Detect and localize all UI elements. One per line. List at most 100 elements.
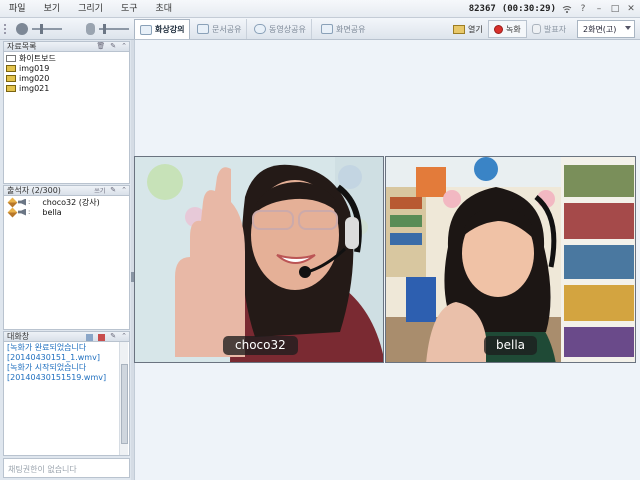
help-icon[interactable]: ? [578,4,588,14]
speaker-icon [18,198,26,206]
chevron-down-icon [625,26,631,30]
tab-video-share[interactable]: 동영상공유 [249,19,312,39]
speaker-volume-slider[interactable] [32,24,62,34]
files-panel-header: 자료목록 🗑 ✎ ⌃ [3,41,130,52]
attendees-panel-header: 출석자 (2/300) 쓰기 ✎ ⌃ [3,185,130,196]
mic-on-icon: : [28,208,31,216]
record-icon [494,24,503,34]
collapse-icon[interactable]: ⌃ [121,186,127,195]
wifi-icon [562,4,572,14]
video-tile-teacher[interactable]: choco32 [134,156,384,363]
chat-message: [20140430151519.wmv] [7,373,107,382]
presenter-button[interactable]: 발표자 [527,20,571,38]
hand-icon [532,24,541,34]
sort-button[interactable]: 쓰기 [94,186,105,195]
mic-volume [4,22,62,36]
mic-volume-group [86,22,129,36]
menu-invite[interactable]: 초대 [147,0,182,18]
tab-document-share-label: 문서공유 [212,24,242,34]
tab-document-share[interactable]: 문서공유 [192,19,248,39]
chat-scrollbar[interactable] [119,342,128,455]
attendees-panel: : choco32 (강사) : bella [3,196,130,330]
pen-icon [7,197,18,207]
file-name: img020 [19,73,50,83]
video-frame [386,157,635,362]
camera-icon [140,24,152,35]
folder-icon [453,24,465,34]
document-icon [197,24,209,34]
session-id: 82367 [468,4,496,14]
speaker-icon [18,208,26,216]
chat-panel-title: 대화창 [7,332,30,341]
image-file-icon [6,64,16,72]
chat-message: [녹화가 시작되었습니다 [7,363,87,372]
chat-save-icon[interactable] [98,334,106,341]
screen-mode-select[interactable]: 2화면(고) [577,20,635,38]
trash-icon[interactable]: 🗑 [96,42,105,50]
chat-panel-header: 대화창 ✎ ⌃ [3,331,130,342]
microphone-icon[interactable] [86,23,95,35]
chat-input[interactable]: 채팅권한이 없습니다 [3,458,130,478]
menu-file[interactable]: 파일 [0,0,35,18]
app-window: 파일 보기 그리기 도구 초대 82367 (00:30:29) ? – □ ✕ [0,0,640,480]
chat-input-placeholder: 채팅권한이 없습니다 [8,465,77,474]
attendees-panel-title: 출석자 (2/300) [7,186,61,195]
tab-video-lecture[interactable]: 화상강의 [134,19,191,39]
attendee-name: choco32 (강사) [42,197,100,207]
collapse-icon[interactable]: ⌃ [121,332,127,341]
speaker-volume-icon[interactable] [16,23,28,35]
list-item[interactable]: : bella [4,207,129,217]
image-file-icon [6,84,16,92]
menu-view[interactable]: 보기 [35,0,70,18]
open-button-label: 열기 [468,24,483,34]
mic-on-icon: : [28,198,31,206]
session-timer: (00:30:29) [501,4,556,14]
tab-video-lecture-label: 화상강의 [155,25,185,34]
tab-screen-share[interactable]: 화면공유 [316,19,370,39]
toolbar: 화상강의 문서공유 동영상공유 화면공유 열기 녹화 발표자 2화면(고) [0,18,640,40]
open-button[interactable]: 열기 [448,20,488,38]
minimize-icon[interactable]: – [594,4,604,14]
chat-clear-icon[interactable] [86,334,94,341]
video-tile-student[interactable]: bella [385,156,636,363]
video-name-tag: bella [484,336,538,355]
whiteboard-icon [6,54,16,62]
menu-bar: 파일 보기 그리기 도구 초대 82367 (00:30:29) ? – □ ✕ [0,0,640,18]
pin-icon[interactable]: ✎ [110,332,116,341]
list-item[interactable]: img019 [4,63,129,73]
video-frame [135,157,383,362]
files-panel-title: 자료목록 [7,42,37,51]
pin-icon[interactable]: ✎ [110,186,116,195]
pin-icon[interactable]: ✎ [110,42,116,50]
record-button[interactable]: 녹화 [488,20,527,38]
menu-draw[interactable]: 그리기 [69,0,112,18]
list-item[interactable]: 화이트보드 [4,53,129,63]
close-icon[interactable]: ✕ [626,4,636,14]
chat-message: [녹화가 완료되었습니다 [7,343,87,352]
pen-icon [7,207,18,217]
image-file-icon [6,74,16,82]
collapse-icon[interactable]: ⌃ [121,42,127,50]
files-panel: 화이트보드 img019 img020 img021 [3,52,130,184]
chat-message: [20140430151_1.wmv] [7,353,100,362]
maximize-icon[interactable]: □ [610,4,620,14]
chat-log: [녹화가 완료되었습니다 [20140430151_1.wmv] [녹화가 시작… [3,342,130,456]
file-name: 화이트보드 [19,53,56,63]
file-name: img019 [19,63,50,73]
file-name: img021 [19,83,50,93]
menu-handle-icon [4,24,12,34]
screen-share-icon [321,24,333,34]
menu-tools[interactable]: 도구 [112,0,147,18]
list-item[interactable]: img021 [4,83,129,93]
presenter-button-label: 발표자 [544,24,567,34]
list-item[interactable]: : choco32 (강사) [4,197,129,207]
mic-volume-slider[interactable] [99,24,129,34]
tab-video-share-label: 동영상공유 [269,24,306,34]
screen-mode-value: 2화면(고) [583,24,617,34]
attendee-name: bella [42,207,62,217]
video-name-tag: choco32 [223,336,298,355]
tab-screen-share-label: 화면공유 [336,24,366,34]
chat-scrollbar-thumb[interactable] [121,364,128,444]
list-item[interactable]: img020 [4,73,129,83]
record-button-label: 녹화 [506,24,521,34]
